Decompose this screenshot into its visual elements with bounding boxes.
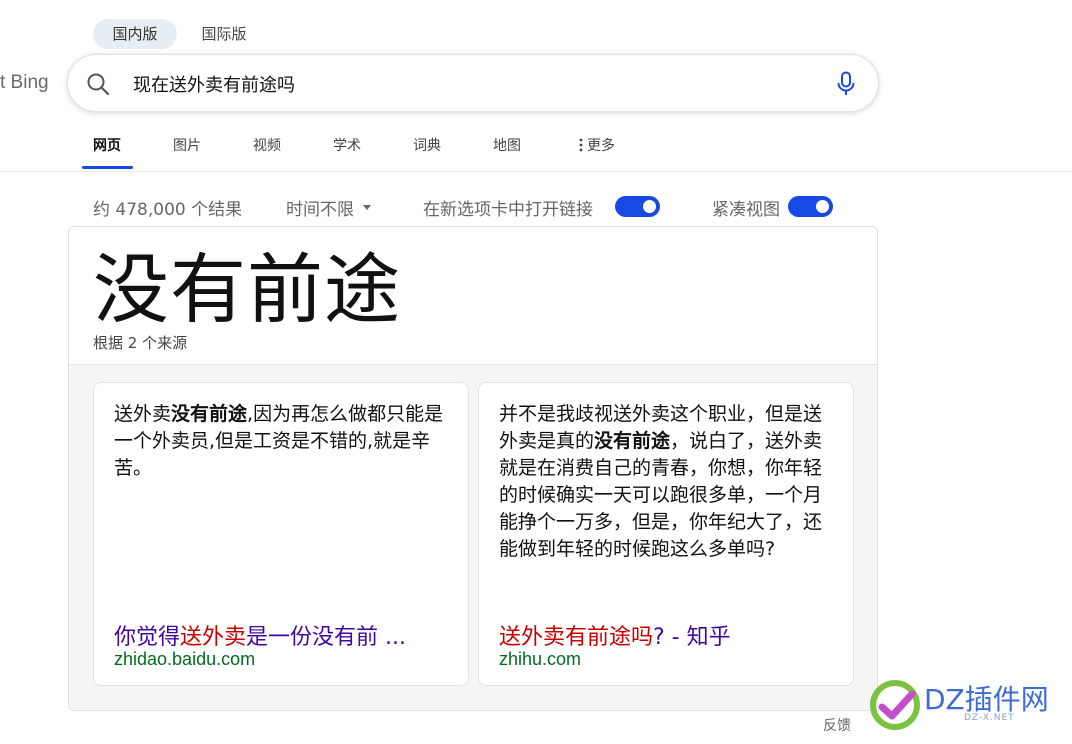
source-domain: zhidao.baidu.com xyxy=(114,649,256,669)
chevron-down-icon[interactable] xyxy=(363,205,371,210)
feedback-link[interactable]: 反馈 xyxy=(823,715,851,735)
new-tab-toggle[interactable] xyxy=(615,196,660,217)
compact-view-toggle[interactable] xyxy=(788,196,833,217)
bing-logo[interactable]: t Bing xyxy=(0,72,49,94)
tab-domestic[interactable]: 国内版 xyxy=(93,19,177,49)
result-count: 约 478,000 个结果 xyxy=(93,200,243,220)
answer-source-count: 根据 2 个来源 xyxy=(93,334,188,352)
tab-more[interactable]: 更多 xyxy=(578,135,615,155)
toggle-knob xyxy=(816,200,829,213)
source-link[interactable]: 你觉得送外卖是一份没有前 ... xyxy=(114,619,406,651)
search-box[interactable]: 现在送外卖有前途吗 xyxy=(67,54,879,112)
source-domain: zhihu.com xyxy=(499,649,582,669)
source-card-2[interactable]: 并不是我歧视送外卖这个职业，但是送外卖是真的没有前途，说白了，送外卖就是在消费自… xyxy=(478,382,854,686)
tab-videos[interactable]: 视频 xyxy=(253,135,281,155)
new-tab-label: 在新选项卡中打开链接 xyxy=(423,200,593,220)
source-link[interactable]: 送外卖有前途吗? - 知乎 xyxy=(499,619,731,651)
watermark-text: DZ插件网 xyxy=(924,683,1049,716)
tab-images[interactable]: 图片 xyxy=(173,135,201,155)
tab-web[interactable]: 网页 xyxy=(93,135,121,155)
answer-card: 没有前途 根据 2 个来源 送外卖没有前途,因为再怎么做都只能是一个外卖员,但是… xyxy=(68,226,878,711)
tab-more-label: 更多 xyxy=(587,138,615,154)
source-snippet: 并不是我歧视送外卖这个职业，但是送外卖是真的没有前途，说白了，送外卖就是在消费自… xyxy=(499,403,823,560)
answer-title: 没有前途 xyxy=(93,245,401,334)
more-dots-icon xyxy=(579,138,583,152)
watermark-sub: DZ-X.NET xyxy=(964,713,1015,723)
watermark-logo-icon xyxy=(870,680,920,730)
search-input[interactable]: 现在送外卖有前途吗 xyxy=(133,71,295,97)
microphone-icon[interactable] xyxy=(836,71,856,97)
search-icon[interactable] xyxy=(86,72,110,96)
source-card-1[interactable]: 送外卖没有前途,因为再怎么做都只能是一个外卖员,但是工资是不错的,就是辛苦。 你… xyxy=(93,382,469,686)
tab-academic[interactable]: 学术 xyxy=(333,135,361,155)
tab-international[interactable]: 国际版 xyxy=(184,19,264,49)
tab-dictionary[interactable]: 词典 xyxy=(413,135,441,155)
nav-divider xyxy=(0,171,1072,172)
compact-view-label: 紧凑视图 xyxy=(712,200,780,220)
source-snippet: 送外卖没有前途,因为再怎么做都只能是一个外卖员,但是工资是不错的,就是辛苦。 xyxy=(114,403,444,479)
answer-sources-area: 送外卖没有前途,因为再怎么做都只能是一个外卖员,但是工资是不错的,就是辛苦。 你… xyxy=(69,364,877,710)
toggle-knob xyxy=(643,200,656,213)
tab-maps[interactable]: 地图 xyxy=(493,135,521,155)
active-tab-indicator xyxy=(82,166,133,169)
time-filter-dropdown[interactable]: 时间不限 xyxy=(286,195,354,220)
